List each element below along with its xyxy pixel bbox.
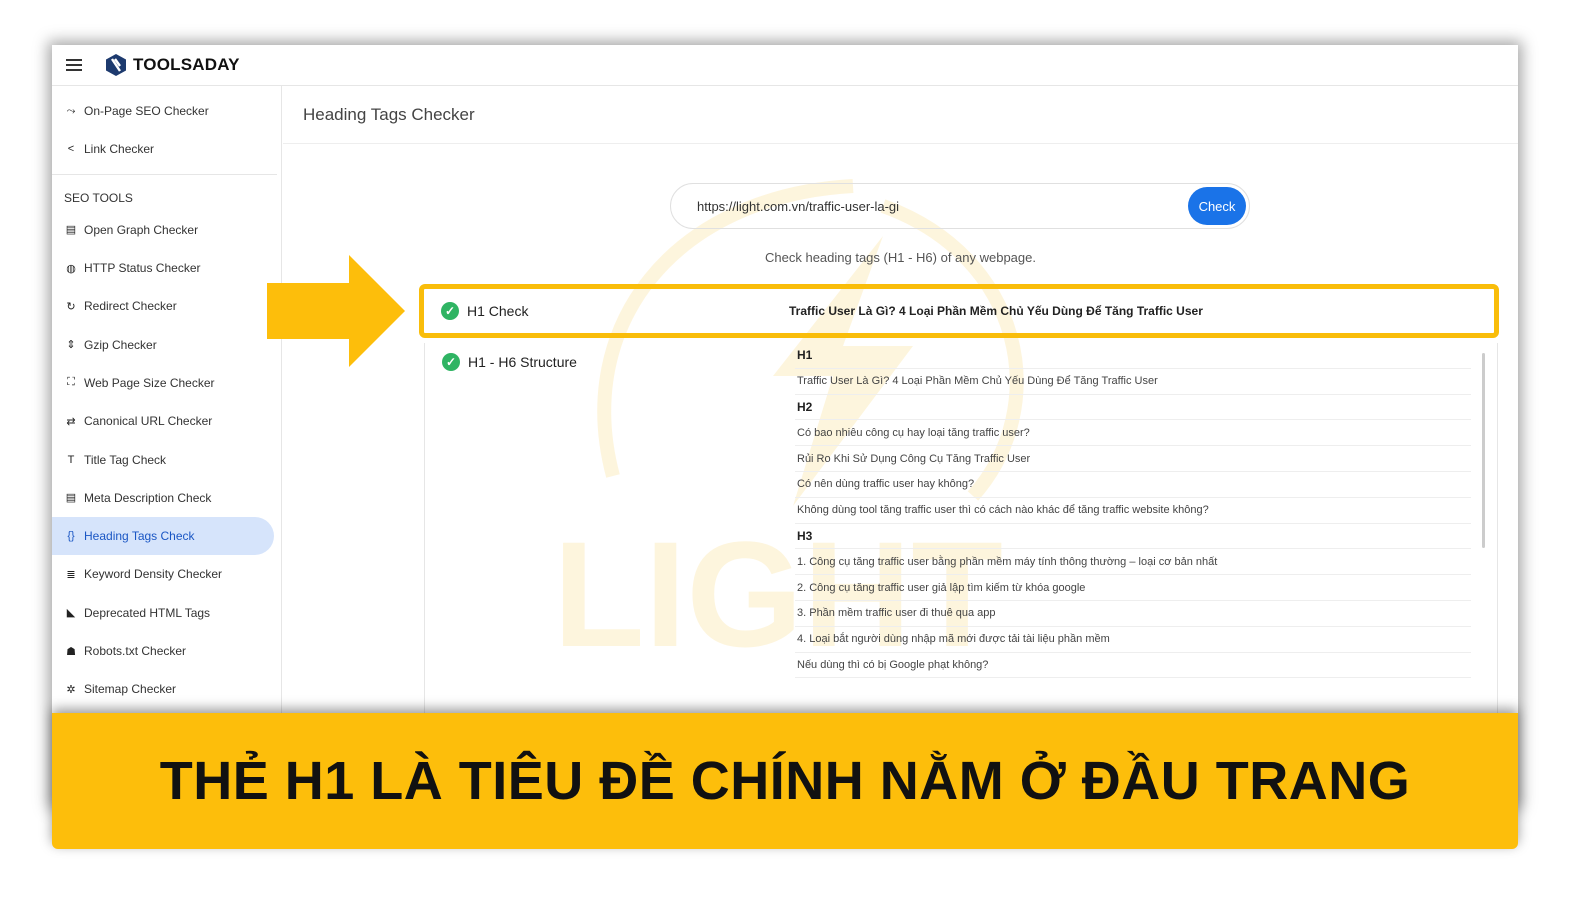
h1-check-label: H1 Check xyxy=(467,303,529,319)
sidebar-item-label: Open Graph Checker xyxy=(84,222,199,237)
document-icon: ▤ xyxy=(65,492,77,505)
heading-item: Rủi Ro Khi Sử Dụng Công Cụ Tăng Traffic … xyxy=(795,446,1471,472)
sidebar-item-label: Sitemap Checker xyxy=(84,682,177,697)
heading-item: Nếu dùng thì có bị Google phạt không? xyxy=(795,653,1471,679)
section-header: SEO TOOLS xyxy=(64,190,133,205)
heading-item: Không dùng tool tăng traffic user thì có… xyxy=(795,498,1471,524)
sidebar-item-on-page-seo[interactable]: ⤳ On-Page SEO Checker xyxy=(52,92,274,130)
sitemap-icon: ✲ xyxy=(66,683,76,696)
heading-item: 3. Phần mềm traffic user đi thuê qua app xyxy=(795,601,1471,627)
text-icon: T xyxy=(67,453,75,466)
sidebar-item-label: Web Page Size Checker xyxy=(84,375,215,390)
sidebar-item-label: Meta Description Check xyxy=(84,490,212,505)
swap-icon: ⇄ xyxy=(66,415,76,428)
main-content: Heading Tags Checker LIGHT Nhanh - Chuẩn… xyxy=(283,86,1518,805)
sidebar-item-robots-txt-checker[interactable]: ☗ Robots.txt Checker xyxy=(52,632,274,670)
sidebar-item-http-status-checker[interactable]: ◍ HTTP Status Checker xyxy=(52,249,274,287)
sidebar-item-label: Robots.txt Checker xyxy=(84,644,187,658)
sidebar: ⤳ On-Page SEO Checker < Link Checker SEO T… xyxy=(52,86,282,805)
structure-panel: ✓ H1 - H6 Structure H1 Traffic User Là Gì?… xyxy=(424,343,1498,743)
sidebar-item-link-checker[interactable]: < Link Checker xyxy=(52,130,274,168)
sidebar-item-title-tag-check[interactable]: T Title Tag Check xyxy=(52,440,274,478)
robot-icon: ☗ xyxy=(66,645,76,658)
sidebar-item-label: Link Checker xyxy=(84,142,155,157)
refresh-icon: ↻ xyxy=(66,300,76,313)
logo[interactable]: TOOLSADAY xyxy=(104,53,240,77)
hint-text: Check heading tags (H1 - H6) of any webp… xyxy=(765,250,1036,265)
sidebar-item-gzip-checker[interactable]: ⇕ Gzip Checker xyxy=(52,325,274,363)
sidebar-item-label: Gzip Checker xyxy=(84,337,157,352)
sidebar-item-open-graph-checker[interactable]: ▤ Open Graph Checker xyxy=(52,211,274,249)
heading-item: 4. Loại bắt người dùng nhập mã mới được … xyxy=(795,627,1471,653)
structure-label: H1 - H6 Structure xyxy=(468,354,577,370)
globe-icon: ◍ xyxy=(66,262,76,275)
heading-item: Có nên dùng traffic user hay không? xyxy=(795,472,1471,498)
heading-level-label: H2 xyxy=(795,395,1471,421)
sidebar-item-label: Keyword Density Checker xyxy=(84,567,223,582)
sidebar-item-keyword-density-checker[interactable]: ≣ Keyword Density Checker xyxy=(52,555,274,593)
url-value: https://light.com.vn/traffic-user-la-gi xyxy=(697,198,900,214)
logo-icon xyxy=(106,54,126,76)
url-input[interactable]: https://light.com.vn/traffic-user-la-gi … xyxy=(670,183,1250,229)
caption-banner: THẺ H1 LÀ TIÊU ĐỀ CHÍNH NẰM Ở ĐẦU TRANG xyxy=(52,713,1518,849)
document-icon: ▤ xyxy=(65,224,77,237)
sidebar-item-label: Deprecated HTML Tags xyxy=(84,605,211,620)
expand-icon: ⛶ xyxy=(67,376,75,389)
sidebar-item-label: Canonical URL Checker xyxy=(84,414,213,429)
check-circle-icon: ✓ xyxy=(441,302,459,320)
sidebar-item-canonical-url-checker[interactable]: ⇄ Canonical URL Checker xyxy=(52,402,274,440)
menu-icon[interactable] xyxy=(66,59,82,71)
heading-level-label: H1 xyxy=(795,343,1471,369)
h1-value: Traffic User Là Gì? 4 Loại Phần Mềm Chủ … xyxy=(789,304,1203,318)
app-window: TOOLSADAY ⤳ On-Page SEO Checker < Link Che… xyxy=(52,45,1518,805)
h1-check-row: ✓ H1 Check Traffic User Là Gì? 4 Loại Ph… xyxy=(419,284,1499,338)
scrollbar[interactable] xyxy=(1482,353,1485,548)
check-circle-icon: ✓ xyxy=(442,353,460,371)
heading-level-label: H3 xyxy=(795,524,1471,550)
code-off-icon: ◣ xyxy=(66,607,76,620)
check-button[interactable]: Check xyxy=(1188,187,1246,225)
heading-item: Có bao nhiêu công cụ hay loại tăng traff… xyxy=(795,420,1471,447)
heading-item: 2. Công cụ tăng traffic user giả lập tìm… xyxy=(795,575,1471,601)
code-icon: {} xyxy=(67,530,75,543)
brand-name: TOOLSADAY xyxy=(133,55,240,74)
sidebar-item-label: Heading Tags Check xyxy=(84,529,195,544)
sidebar-item-label: Redirect Checker xyxy=(84,299,177,314)
sidebar-item-deprecated-html-tags[interactable]: ◣ Deprecated HTML Tags xyxy=(52,594,274,632)
heading-item: Traffic User Là Gì? 4 Loại Phần Mềm Chủ … xyxy=(795,369,1471,395)
trend-icon: ⤳ xyxy=(66,104,76,117)
heading-list: H1 Traffic User Là Gì? 4 Loại Phần Mềm Ch… xyxy=(795,343,1471,679)
compress-icon: ⇕ xyxy=(66,339,76,352)
top-bar: TOOLSADAY xyxy=(52,45,1518,86)
heading-item: 1. Công cụ tăng traffic user bằng phần m… xyxy=(795,549,1471,576)
sidebar-item-redirect-checker[interactable]: ↻ Redirect Checker xyxy=(52,287,274,325)
sidebar-item-heading-tags-check[interactable]: {} Heading Tags Check xyxy=(52,516,274,556)
sidebar-item-sitemap-checker[interactable]: ✲ Sitemap Checker xyxy=(52,670,274,708)
list-icon: ≣ xyxy=(66,568,76,581)
sidebar-item-web-page-size-checker[interactable]: ⛶ Web Page Size Checker xyxy=(52,364,274,402)
arrow-pointer-icon xyxy=(267,255,405,367)
sidebar-item-label: Title Tag Check xyxy=(84,452,167,467)
share-icon: < xyxy=(67,143,75,156)
sidebar-item-label: On-Page SEO Checker xyxy=(84,104,209,119)
sidebar-item-label: HTTP Status Checker xyxy=(84,261,201,276)
page-title: Heading Tags Checker xyxy=(283,86,1518,144)
divider xyxy=(52,173,277,175)
sidebar-item-meta-description-check[interactable]: ▤ Meta Description Check xyxy=(52,479,274,517)
